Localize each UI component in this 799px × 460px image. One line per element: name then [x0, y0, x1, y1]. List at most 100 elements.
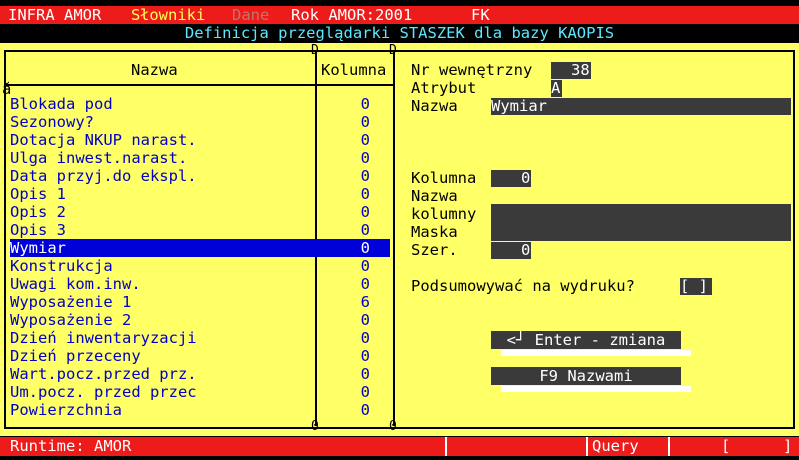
- list-item[interactable]: Wymiar 0: [10, 239, 390, 257]
- list-header-nazwa[interactable]: Nazwa: [131, 61, 178, 79]
- status-bracket-end: ]: [783, 437, 793, 455]
- maska-field[interactable]: [491, 223, 791, 241]
- list-item[interactable]: Wyposażenie 1 6: [10, 293, 390, 311]
- list-header-divider: [5, 84, 394, 86]
- nazwa-value: Wymiar: [491, 97, 547, 115]
- nazwa-kolumny-field[interactable]: [491, 204, 791, 223]
- window-title-bar: Definicja przeglądarki STASZEK dla bazy …: [0, 24, 799, 43]
- list-right-border: [393, 51, 395, 426]
- nazwa-field[interactable]: Wymiar: [491, 98, 791, 115]
- list-item-column: 0: [360, 185, 370, 203]
- list-item-name: Opis 2: [10, 203, 66, 221]
- list-item-column: 0: [360, 311, 370, 329]
- maska-label: Maska: [411, 223, 458, 241]
- list-item-column: 0: [360, 383, 370, 401]
- menu-bar: INFRA AMOR S łowniki Dane Rok AMOR:2001 …: [0, 6, 799, 24]
- list-item-column: 0: [360, 401, 370, 419]
- list-item[interactable]: Opis 3 0: [10, 221, 390, 239]
- nazwa-kolumny-label-2: kolumny: [411, 205, 477, 223]
- list-item-column: 0: [360, 365, 370, 383]
- frame-mark-top-left: D: [311, 43, 319, 58]
- list-item-name: Dotacja NKUP narast.: [10, 131, 197, 149]
- list-item-name: Dzień inwentaryzacji: [10, 329, 197, 347]
- status-bracket: [: [721, 437, 731, 455]
- menu-app-name[interactable]: INFRA AMOR: [8, 6, 101, 24]
- list-item[interactable]: Konstrukcja 0: [10, 257, 390, 275]
- list-item-name: Wyposażenie 1: [10, 293, 132, 311]
- atrybut-label: Atrybut: [411, 79, 477, 97]
- szer-field[interactable]: 0: [491, 242, 531, 259]
- list-item-name: Konstrukcja: [10, 257, 113, 275]
- podsumowywac-label: Podsumowywać na wydruku?: [411, 277, 635, 295]
- enter-button-shadow: [501, 350, 691, 356]
- list-item-name: Wymiar: [10, 239, 66, 257]
- menu-slowniki-hotkey[interactable]: S: [131, 6, 140, 24]
- list-item-column: 0: [360, 221, 370, 239]
- menu-fk[interactable]: FK: [471, 6, 490, 24]
- status-separator-3: [668, 437, 670, 456]
- list-item-column: 0: [360, 113, 370, 131]
- list-item-name: Um.pocz. przed przec: [10, 383, 197, 401]
- szer-value: 0: [521, 241, 531, 259]
- f9-nazwami-button[interactable]: F9 Nazwami: [491, 367, 681, 385]
- frame-mark-bottom-right: 0: [389, 419, 397, 434]
- enter-zmiana-button[interactable]: <┘ Enter - zmiana: [491, 331, 681, 349]
- nr-wewnetrzny-field[interactable]: 38: [551, 62, 591, 79]
- list-item[interactable]: Powierzchnia 0: [10, 401, 390, 419]
- list-item-column: 6: [360, 293, 370, 311]
- list-item[interactable]: Data przyj.do ekspl. 0: [10, 167, 390, 185]
- list-item-column: 0: [360, 257, 370, 275]
- list-item[interactable]: Opis 1 0: [10, 185, 390, 203]
- list-item-column: 0: [360, 347, 370, 365]
- list-item[interactable]: Um.pocz. przed przec 0: [10, 383, 390, 401]
- list-item-column: 0: [360, 167, 370, 185]
- status-separator-2: [586, 437, 588, 456]
- list-item-column: 0: [360, 275, 370, 293]
- list-item[interactable]: Blokada pod 0: [10, 95, 390, 113]
- list-item-name: Sezonowy?: [10, 113, 94, 131]
- menu-rok-amor[interactable]: Rok AMOR:2001: [291, 6, 412, 24]
- nazwa-kolumny-label-1: Nazwa: [411, 187, 458, 205]
- list-item-name: Opis 1: [10, 185, 66, 203]
- nr-wewnetrzny-label: Nr wewnętrzny: [411, 61, 533, 79]
- main-panel: D D 0 0 Nazwa Kolumna ă Blokada pod 0 Sezo…: [0, 43, 799, 436]
- list-item[interactable]: Dzień przeceny 0: [10, 347, 390, 365]
- list-item-name: Opis 3: [10, 221, 66, 239]
- list-item-name: Wart.pocz.przed prz.: [10, 365, 197, 383]
- list-header-kolumna[interactable]: Kolumna: [321, 61, 386, 79]
- status-runtime: Runtime: AMOR: [10, 437, 132, 455]
- list-item[interactable]: Opis 2 0: [10, 203, 390, 221]
- szer-label: Szer.: [411, 241, 458, 259]
- podsumowywac-checkbox[interactable]: [ ]: [680, 278, 712, 295]
- list-item-name: Ulga inwest.narast.: [10, 149, 188, 167]
- list-item[interactable]: Wart.pocz.przed prz. 0: [10, 365, 390, 383]
- list-item-name: Uwagi kom.inw.: [10, 275, 141, 293]
- list-item-column: 0: [360, 239, 370, 257]
- list-item-name: Data przyj.do ekspl.: [10, 167, 197, 185]
- list-item[interactable]: Dzień inwentaryzacji 0: [10, 329, 390, 347]
- kolumna-value: 0: [521, 169, 531, 187]
- menu-slowniki[interactable]: łowniki: [140, 6, 205, 24]
- status-separator-1: [445, 437, 447, 456]
- window-title: Definicja przeglądarki STASZEK dla bazy …: [184, 24, 615, 42]
- list-item[interactable]: Uwagi kom.inw. 0: [10, 275, 390, 293]
- podsumowywac-value: [ ]: [680, 277, 708, 295]
- kolumna-field[interactable]: 0: [491, 170, 531, 187]
- list-item-column: 0: [360, 149, 370, 167]
- kolumna-label: Kolumna: [411, 169, 477, 187]
- list-item-column: 0: [360, 95, 370, 113]
- f9-button-shadow: [501, 386, 691, 392]
- atrybut-value: A: [551, 79, 561, 97]
- nazwa-label: Nazwa: [411, 97, 458, 115]
- status-query: Query: [592, 437, 639, 455]
- list-item[interactable]: Sezonowy? 0: [10, 113, 390, 131]
- list-item[interactable]: Dotacja NKUP narast. 0: [10, 131, 390, 149]
- menu-dane[interactable]: Dane: [232, 6, 269, 24]
- list-item-name: Wyposażenie 2: [10, 311, 132, 329]
- list-item[interactable]: Wyposażenie 2 0: [10, 311, 390, 329]
- list-item[interactable]: Ulga inwest.narast. 0: [10, 149, 390, 167]
- frame-mark-bottom-left: 0: [311, 419, 319, 434]
- atrybut-field[interactable]: A: [551, 80, 562, 97]
- list-item-name: Powierzchnia: [10, 401, 122, 419]
- frame-mark-top-right: D: [389, 43, 397, 58]
